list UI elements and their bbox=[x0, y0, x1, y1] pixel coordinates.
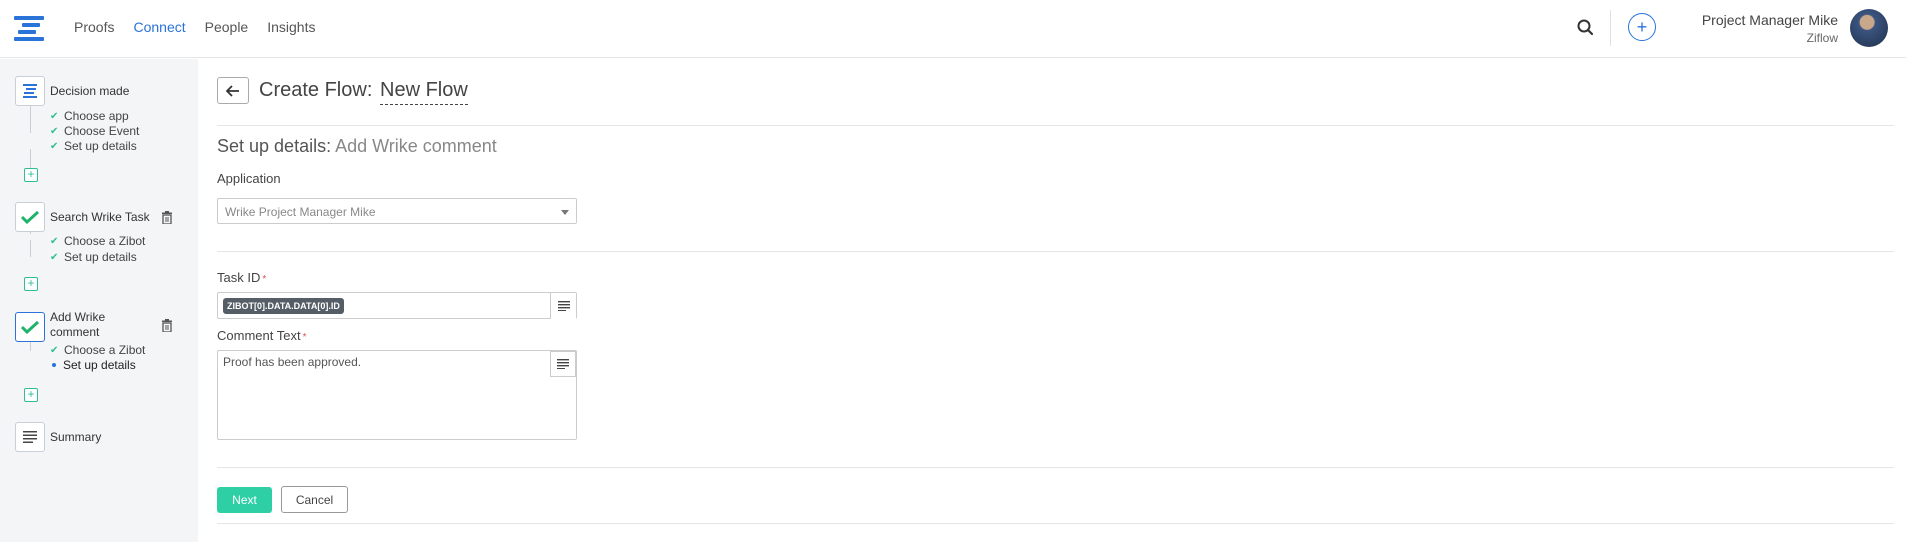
step-title-summary[interactable]: Summary bbox=[50, 430, 101, 445]
text-lines-icon bbox=[557, 301, 570, 311]
next-button[interactable]: Next bbox=[217, 487, 272, 513]
substep-set-up-details-current[interactable]: Set up details bbox=[50, 358, 136, 372]
step-icon-decision-made[interactable] bbox=[15, 76, 45, 106]
step-icon-summary[interactable] bbox=[15, 422, 45, 452]
current-dot-icon bbox=[52, 363, 56, 367]
task-id-label: Task ID * bbox=[217, 270, 267, 285]
step-connector bbox=[30, 240, 31, 257]
check-icon: ✔ bbox=[50, 251, 59, 263]
divider bbox=[217, 523, 1894, 524]
substep-set-up-details[interactable]: ✔ Set up details bbox=[50, 139, 137, 153]
application-select[interactable]: Wrike Project Manager Mike bbox=[217, 198, 577, 224]
wrike-check-icon bbox=[21, 320, 39, 334]
nav-connect[interactable]: Connect bbox=[133, 19, 185, 35]
comment-text-value: Proof has been approved. bbox=[223, 355, 362, 369]
zibot-token[interactable]: ZIBOT[0].DATA.DATA[0].ID bbox=[223, 298, 344, 314]
nav-people[interactable]: People bbox=[205, 19, 249, 35]
step-title-search-wrike-task[interactable]: Search Wrike Task bbox=[50, 210, 150, 225]
cancel-button[interactable]: Cancel bbox=[281, 486, 348, 513]
step-connector bbox=[30, 149, 31, 168]
section-title: Set up details: Add Wrike comment bbox=[217, 136, 497, 156]
add-step-button[interactable]: + bbox=[24, 277, 38, 291]
field-menu-button[interactable] bbox=[550, 293, 576, 319]
check-icon: ✔ bbox=[50, 344, 59, 356]
substep-choose-a-zibot[interactable]: ✔ Choose a Zibot bbox=[50, 234, 145, 248]
divider bbox=[217, 467, 1894, 468]
step-icon-add-wrike-comment[interactable] bbox=[15, 312, 45, 342]
nav-divider bbox=[1610, 10, 1611, 46]
substep-choose-event[interactable]: ✔ Choose Event bbox=[50, 124, 139, 138]
step-title-add-wrike-comment[interactable]: Add Wrike comment bbox=[50, 310, 122, 340]
main-nav: Proofs Connect People Insights bbox=[74, 19, 334, 35]
avatar[interactable] bbox=[1850, 9, 1888, 47]
ziflow-logo-icon[interactable] bbox=[14, 14, 44, 44]
list-lines-icon bbox=[23, 431, 37, 443]
text-lines-icon bbox=[557, 359, 569, 369]
caret-down-icon bbox=[561, 210, 569, 215]
user-name[interactable]: Project Manager Mike bbox=[1702, 12, 1838, 28]
step-connector bbox=[30, 105, 31, 133]
arrow-left-icon bbox=[226, 84, 239, 97]
check-icon: ✔ bbox=[50, 140, 59, 152]
add-step-button[interactable]: + bbox=[24, 388, 38, 402]
step-title-decision-made[interactable]: Decision made bbox=[50, 84, 129, 99]
task-id-field[interactable]: ZIBOT[0].DATA.DATA[0].ID bbox=[217, 292, 577, 319]
add-new-button[interactable]: + bbox=[1628, 13, 1656, 41]
nav-insights[interactable]: Insights bbox=[267, 19, 315, 35]
substep-choose-app[interactable]: ✔ Choose app bbox=[50, 109, 129, 123]
user-org: Ziflow bbox=[1806, 31, 1838, 45]
trash-icon[interactable] bbox=[161, 319, 173, 332]
check-icon: ✔ bbox=[50, 235, 59, 247]
check-icon: ✔ bbox=[50, 125, 59, 137]
field-menu-button[interactable] bbox=[550, 351, 576, 377]
trash-icon[interactable] bbox=[161, 211, 173, 224]
comment-text-area[interactable]: Proof has been approved. bbox=[217, 350, 577, 440]
plus-icon: + bbox=[1636, 16, 1648, 37]
comment-text-label: Comment Text * bbox=[217, 328, 307, 343]
back-button[interactable] bbox=[217, 77, 249, 104]
substep-choose-a-zibot[interactable]: ✔ Choose a Zibot bbox=[50, 343, 145, 357]
page-title: Create Flow: bbox=[259, 79, 373, 101]
wrike-check-icon bbox=[21, 210, 39, 224]
divider bbox=[217, 125, 1894, 126]
nav-proofs[interactable]: Proofs bbox=[74, 19, 114, 35]
check-icon: ✔ bbox=[50, 110, 59, 122]
add-step-button[interactable]: + bbox=[24, 168, 38, 182]
ziflow-icon bbox=[23, 84, 37, 98]
top-navbar: Proofs Connect People Insights + Project… bbox=[0, 0, 1906, 58]
divider bbox=[217, 251, 1894, 252]
flow-steps-sidebar: Decision made ✔ Choose app ✔ Choose Event … bbox=[0, 59, 198, 542]
application-label: Application bbox=[217, 171, 281, 186]
step-icon-search-wrike-task[interactable] bbox=[15, 202, 45, 232]
substep-set-up-details[interactable]: ✔ Set up details bbox=[50, 250, 137, 264]
search-icon[interactable] bbox=[1575, 17, 1597, 39]
flow-name-editable[interactable]: New Flow bbox=[380, 79, 468, 105]
